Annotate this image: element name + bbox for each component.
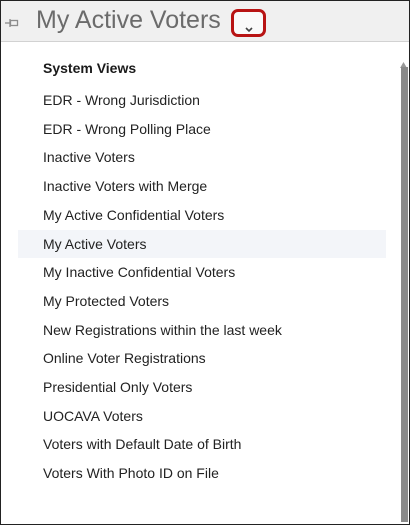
- view-option[interactable]: New Registrations within the last week: [18, 316, 386, 344]
- view-option[interactable]: My Active Confidential Voters: [18, 201, 386, 229]
- view-option[interactable]: Online Voter Registrations: [18, 344, 386, 372]
- scrollbar-thumb[interactable]: [401, 67, 408, 522]
- view-option[interactable]: My Inactive Confidential Voters: [18, 258, 386, 286]
- view-option[interactable]: Voters With Photo ID on File: [18, 459, 386, 487]
- view-selector-panel: My Active Voters System Views EDR - Wron…: [0, 0, 410, 525]
- view-header: My Active Voters: [1, 1, 409, 42]
- chevron-down-icon: [245, 18, 253, 33]
- pin-icon[interactable]: [4, 14, 20, 27]
- view-title: My Active Voters: [36, 6, 221, 34]
- view-option[interactable]: Voters with Default Date of Birth: [18, 430, 386, 458]
- scroll-up-icon[interactable]: [400, 53, 407, 68]
- view-option[interactable]: Inactive Voters with Merge: [18, 172, 386, 200]
- view-option[interactable]: Inactive Voters: [18, 143, 386, 171]
- view-option[interactable]: My Protected Voters: [18, 287, 386, 315]
- view-option[interactable]: EDR - Wrong Jurisdiction: [18, 86, 386, 114]
- view-option[interactable]: EDR - Wrong Polling Place: [18, 115, 386, 143]
- views-dropdown-list: System Views EDR - Wrong Jurisdiction EDR…: [18, 42, 386, 524]
- view-dropdown-button[interactable]: [231, 9, 266, 37]
- section-header-system-views: System Views: [43, 60, 137, 76]
- view-option[interactable]: My Active Voters: [18, 229, 386, 258]
- view-option[interactable]: UOCAVA Voters: [18, 402, 386, 430]
- view-option[interactable]: Presidential Only Voters: [18, 373, 386, 401]
